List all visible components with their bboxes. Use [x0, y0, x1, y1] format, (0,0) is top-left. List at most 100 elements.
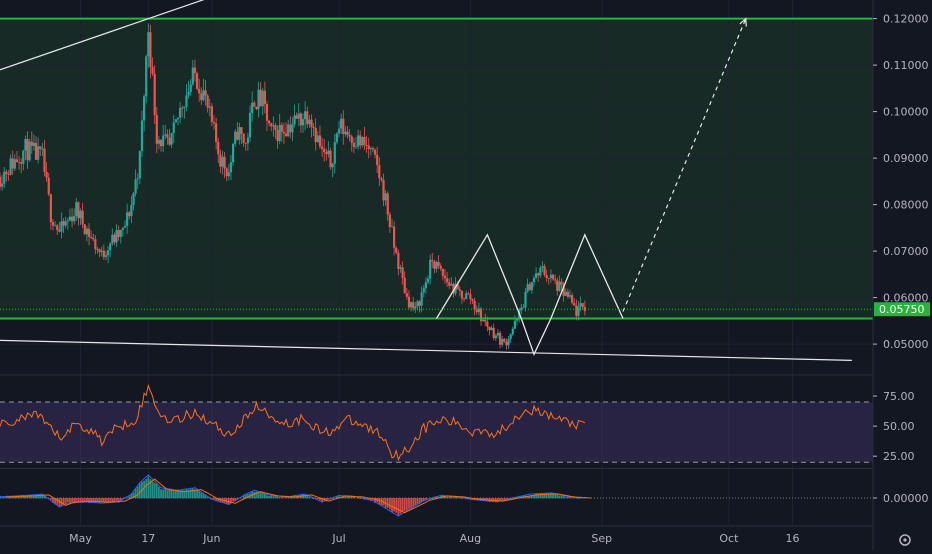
candle-body — [484, 320, 486, 322]
candle-body — [243, 134, 245, 143]
candle-body — [262, 91, 264, 107]
candle-body — [448, 282, 450, 286]
macd-histogram-bar — [198, 491, 200, 499]
candle-body — [122, 228, 124, 230]
macd-histogram-bar — [78, 498, 80, 502]
time-axis-label: 16 — [785, 532, 799, 545]
candle-body — [22, 151, 24, 164]
candle-body — [512, 329, 514, 334]
candle-body — [425, 282, 427, 288]
macd-histogram-bar — [200, 493, 202, 499]
candle-body — [522, 307, 524, 308]
macd-histogram-bar — [166, 490, 168, 498]
candle-body — [65, 221, 67, 225]
candle-body — [88, 229, 90, 237]
macd-histogram-bar — [154, 483, 156, 498]
candle-body — [537, 273, 539, 275]
candle-body — [139, 151, 141, 178]
tradingview-chart[interactable]: 0.050000.060000.070000.080000.090000.100… — [0, 0, 932, 550]
candle-body — [554, 279, 556, 280]
candle-body — [9, 158, 11, 174]
candle-body — [43, 149, 45, 172]
macd-histogram-bar — [414, 498, 416, 506]
candle-body — [1, 184, 3, 187]
candle-body — [109, 244, 111, 251]
candle-body — [560, 282, 562, 285]
candle-body — [234, 132, 236, 144]
macd-histogram-bar — [378, 498, 380, 504]
macd-histogram-bar — [67, 498, 69, 502]
candle-body — [450, 284, 452, 286]
candle-body — [556, 280, 558, 290]
candle-body — [363, 137, 365, 145]
macd-histogram-bar — [393, 498, 395, 511]
candle-body — [200, 93, 202, 100]
macd-histogram-bar — [164, 489, 166, 499]
candle-body — [346, 132, 348, 135]
candle-body — [474, 301, 476, 310]
price-axis-label: 0.09000 — [883, 152, 929, 165]
candle-body — [101, 251, 103, 252]
time-axis-label: 17 — [141, 532, 155, 545]
candle-body — [281, 125, 283, 132]
candle-body — [488, 327, 490, 330]
price-axis-label: 0.10000 — [883, 106, 929, 119]
candle-body — [166, 134, 168, 137]
candle-body — [357, 135, 359, 146]
candle-body — [50, 194, 52, 222]
macd-histogram-bar — [137, 487, 139, 499]
candle-body — [565, 292, 567, 296]
candle-body — [410, 302, 412, 307]
candle-body — [433, 261, 435, 268]
candle-body — [370, 148, 372, 149]
candle-body — [253, 103, 255, 107]
time-axis-label: Jun — [202, 532, 220, 545]
candle-body — [86, 229, 88, 235]
candle-body — [0, 177, 1, 187]
candle-body — [444, 276, 446, 278]
candle-body — [279, 125, 281, 141]
candle-body — [393, 227, 395, 248]
candle-body — [416, 301, 418, 306]
candle-body — [355, 146, 357, 147]
chart-canvas[interactable]: 0.050000.060000.070000.080000.090000.100… — [0, 0, 932, 550]
candle-body — [548, 278, 550, 279]
macd-histogram-bar — [397, 498, 399, 515]
gear-icon-center — [903, 538, 906, 541]
candle-body — [257, 90, 259, 109]
candle-body — [221, 157, 223, 167]
candle-body — [84, 224, 86, 234]
candle-body — [285, 133, 287, 136]
candle-body — [401, 267, 403, 277]
candle-body — [274, 125, 276, 130]
macd-histogram-bar — [145, 479, 147, 498]
rsi-axis-label: 25.00 — [883, 450, 915, 463]
candle-body — [162, 136, 164, 147]
candle-body — [75, 202, 77, 216]
candle-body — [535, 273, 537, 278]
candle-body — [35, 143, 37, 160]
macd-histogram-bar — [135, 489, 137, 499]
candle-body — [26, 139, 28, 160]
candle-body — [105, 255, 107, 257]
candle-body — [575, 306, 577, 316]
macd-histogram-bar — [571, 498, 573, 499]
candle-body — [141, 120, 143, 151]
candle-body — [179, 108, 181, 118]
macd-histogram-bar — [232, 498, 234, 501]
candle-body — [486, 322, 488, 327]
candle-body — [391, 227, 393, 228]
candle-body — [395, 248, 397, 253]
candle-body — [499, 333, 501, 345]
candle-body — [344, 132, 346, 134]
candle-body — [399, 267, 401, 268]
candle-body — [321, 147, 323, 149]
candle-body — [310, 120, 312, 127]
time-axis-label: Oct — [719, 532, 739, 545]
candle-body — [404, 278, 406, 293]
candle-body — [408, 297, 410, 308]
candle-body — [130, 205, 132, 216]
candle-body — [573, 303, 575, 306]
candle-body — [298, 114, 300, 119]
candle-body — [228, 172, 230, 176]
